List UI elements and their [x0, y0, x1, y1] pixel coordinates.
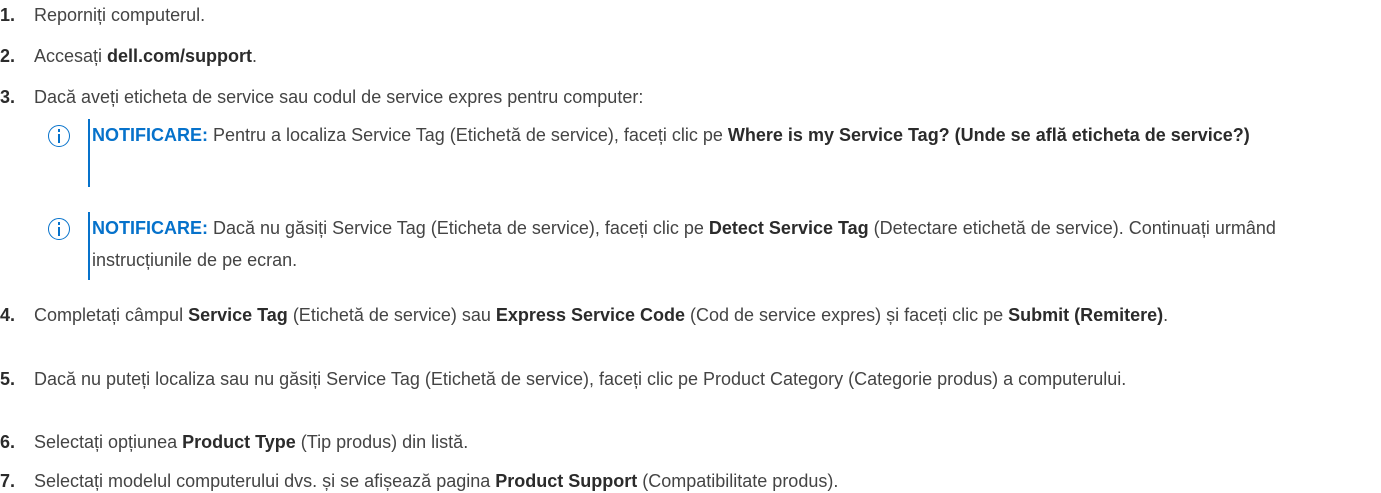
support-url: dell.com/support: [107, 46, 253, 66]
step-number: 5.: [0, 369, 16, 389]
step-text: Dacă nu puteți localiza sau nu găsiți Se…: [34, 369, 1127, 389]
note-label: NOTIFICARE:: [92, 125, 208, 145]
step-number: 6.: [0, 432, 16, 452]
step-text: Selectați modelul computerului dvs. și s…: [34, 471, 839, 491]
step-number: 4.: [0, 305, 16, 325]
info-icon: [48, 125, 70, 147]
note-bar: [88, 119, 90, 187]
note-text: NOTIFICARE: Pentru a localiza Service Ta…: [92, 125, 1250, 145]
note-bar: [88, 212, 90, 280]
step-text: Accesați dell.com/support.: [34, 46, 258, 66]
instructions-page: 1. Reporniți computerul. 2. Accesați del…: [0, 0, 1381, 493]
step-number: 2.: [0, 46, 16, 66]
step-number: 7.: [0, 471, 16, 491]
note-text: NOTIFICARE: Dacă nu găsiți Service Tag (…: [92, 218, 1276, 270]
note-label: NOTIFICARE:: [92, 218, 208, 238]
step-text: Reporniți computerul.: [34, 5, 206, 25]
step-3: 3. Dacă aveți eticheta de service sau co…: [0, 86, 1370, 108]
step-7: 7. Selectați modelul computerului dvs. ș…: [0, 470, 1370, 492]
note-2: NOTIFICARE: Dacă nu găsiți Service Tag (…: [48, 212, 1358, 282]
note-1: NOTIFICARE: Pentru a localiza Service Ta…: [48, 119, 1358, 189]
step-text: Completați câmpul Service Tag (Etichetă …: [34, 305, 1169, 325]
step-text: Dacă aveți eticheta de service sau codul…: [34, 87, 644, 107]
info-icon: [48, 218, 70, 240]
step-1: 1. Reporniți computerul.: [0, 4, 1370, 26]
step-6: 6. Selectați opțiunea Product Type (Tip …: [0, 431, 1370, 453]
step-4: 4. Completați câmpul Service Tag (Etiche…: [0, 304, 1370, 327]
step-2: 2. Accesați dell.com/support.: [0, 45, 1370, 67]
step-text: Selectați opțiunea Product Type (Tip pro…: [34, 432, 469, 452]
step-number: 1.: [0, 5, 16, 25]
step-5: 5. Dacă nu puteți localiza sau nu găsiți…: [0, 368, 1370, 391]
step-number: 3.: [0, 87, 16, 107]
